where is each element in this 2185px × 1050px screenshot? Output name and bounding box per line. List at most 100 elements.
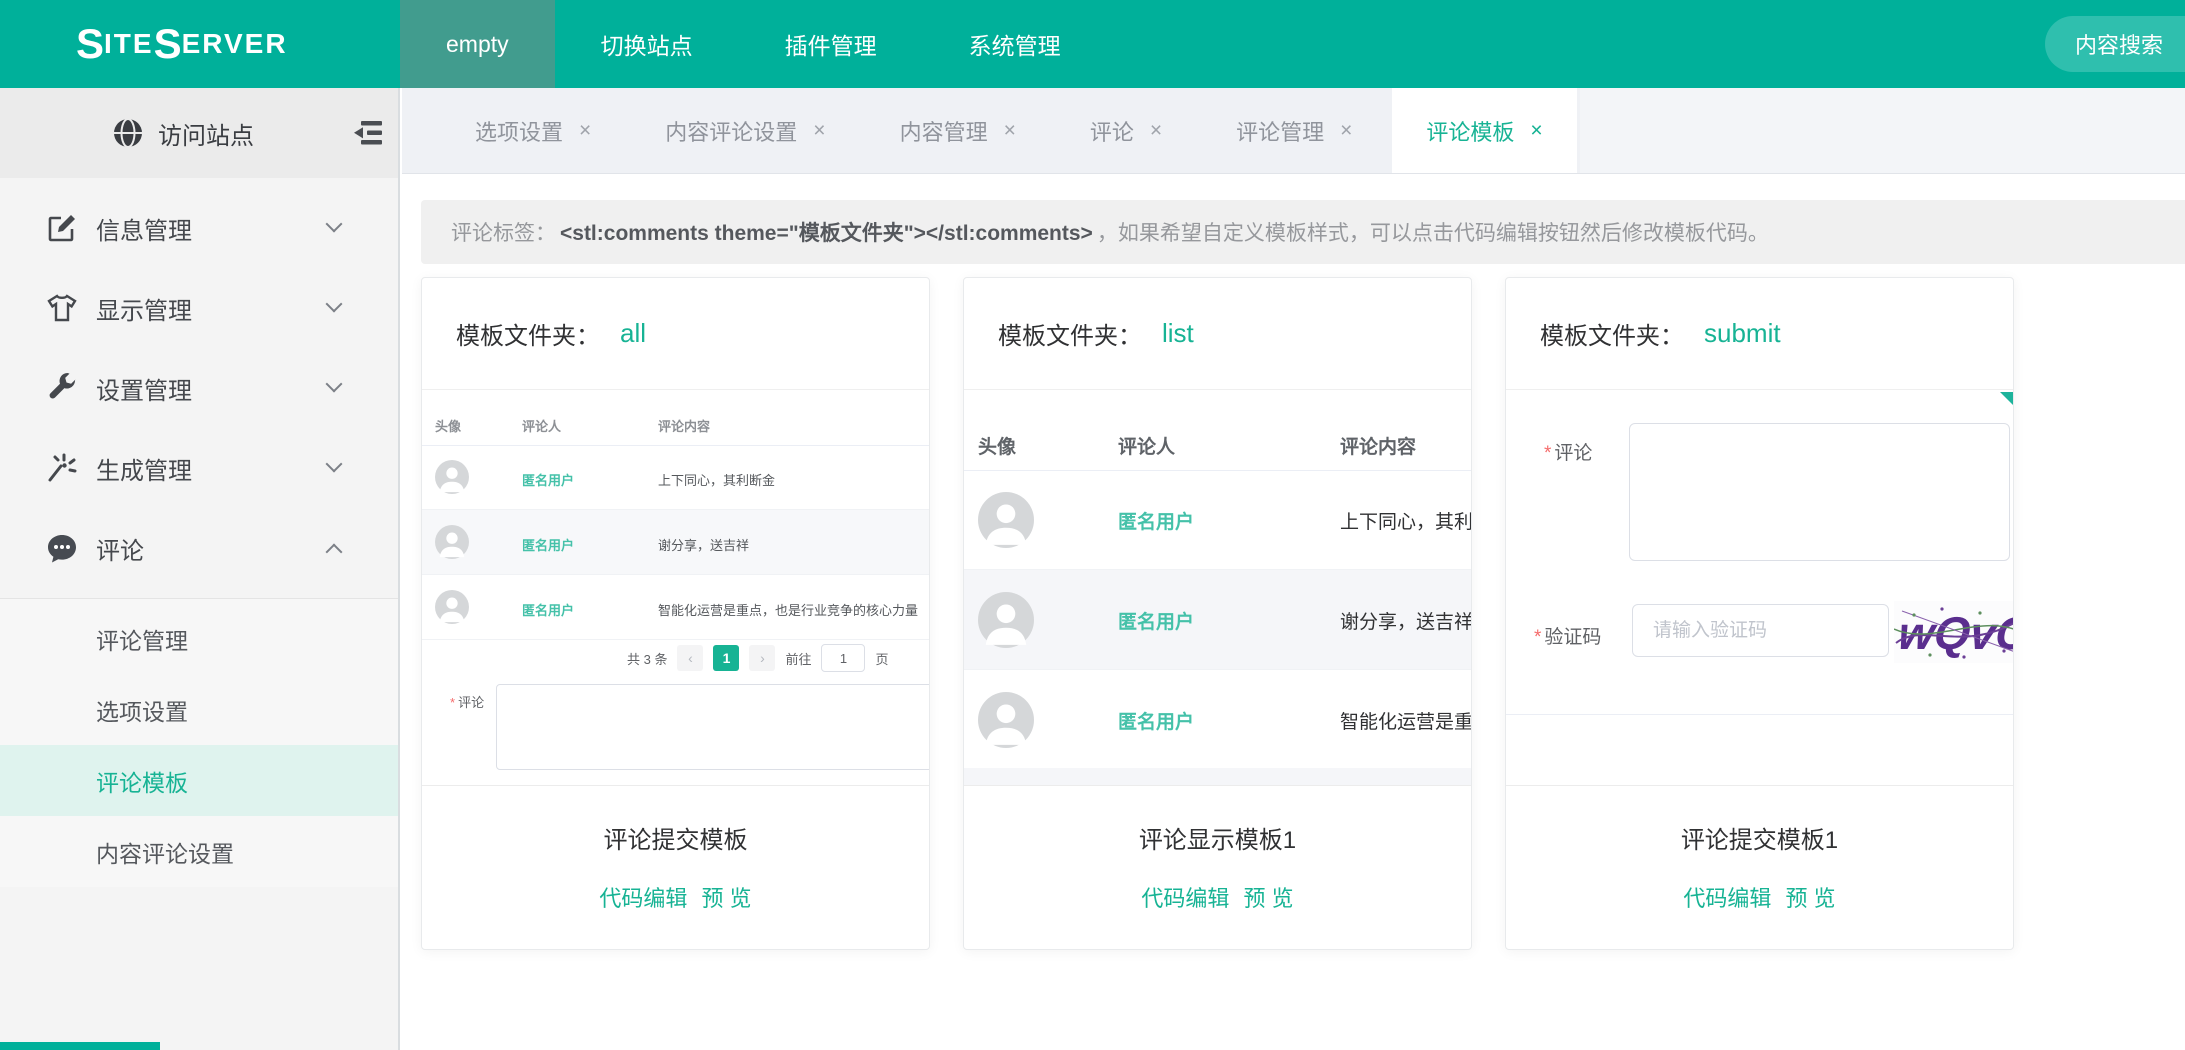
comment-user: 匿名用户: [1118, 507, 1194, 534]
sidebar-item-settings-management[interactable]: 设置管理: [0, 348, 398, 428]
close-icon[interactable]: ×: [1004, 119, 1016, 143]
template-preview-list: 头像 评论人 评论内容 匿名用户 上下同心，其利断金 匿名用户 谢分享，送吉祥 …: [964, 390, 1471, 786]
info-bar: 评论标签：<stl:comments theme="模板文件夹"></stl:c…: [421, 200, 2185, 264]
card-header: 模板文件夹： all: [422, 278, 929, 390]
tab-comment-templates[interactable]: 评论模板×: [1392, 88, 1576, 173]
template-preview-all: 头像 评论人 评论内容 匿名用户 上下同心，其利断金 匿名用户 谢分享，送吉祥 …: [422, 390, 929, 786]
captcha-input[interactable]: [1632, 604, 1889, 657]
sidebar-menu: 信息管理 显示管理 设置管理 生成管理: [0, 178, 398, 588]
sidebar-header: 访问站点: [0, 88, 398, 178]
tab-option-settings[interactable]: 选项设置×: [441, 88, 625, 173]
preview-link[interactable]: 预 览: [1243, 881, 1293, 913]
sidebar-item-comments[interactable]: 评论: [0, 508, 398, 588]
pagination-total: 共 3 条: [627, 649, 667, 668]
comment-textarea[interactable]: [1629, 423, 2010, 561]
card-header: 模板文件夹： list: [964, 278, 1471, 390]
captcha-field-label: *验证码: [1534, 622, 1601, 649]
comment-field-label: *评论: [1544, 438, 1592, 465]
close-icon[interactable]: ×: [1340, 119, 1352, 143]
folder-name: list: [1162, 318, 1194, 349]
comment-text: 智能化运营是重点，也是行业竞争的核心力量: [658, 600, 918, 619]
globe-icon: [112, 117, 144, 149]
comment-field-label: *评论: [450, 692, 484, 711]
template-cards: 模板文件夹： all 头像 评论人 评论内容 匿名用户 上下同心，其利断金 匿名…: [421, 277, 2185, 950]
avatar: [978, 492, 1034, 548]
wrench-icon: [46, 372, 78, 404]
app-logo[interactable]: SITESERVER: [0, 0, 400, 88]
sidebar-subitem-option-settings[interactable]: 选项设置: [0, 674, 398, 745]
close-icon[interactable]: ×: [1150, 119, 1162, 143]
top-nav-plugin-management[interactable]: 插件管理: [739, 0, 923, 88]
form-divider: [1506, 714, 2013, 715]
col-header-content: 评论内容: [658, 416, 710, 435]
top-bar: SITESERVER empty 切换站点 插件管理 系统管理 内容搜索: [0, 0, 2185, 88]
magic-wand-icon: [46, 452, 78, 484]
comment-text: 智能化运营是重点，也是行业竞争的核心力量: [1340, 707, 1471, 734]
tab-bar: 选项设置× 内容评论设置× 内容管理× 评论× 评论管理× 评论模板×: [402, 88, 2185, 174]
close-icon[interactable]: ×: [813, 119, 825, 143]
sidebar-subitem-content-comment-settings[interactable]: 内容评论设置: [0, 816, 398, 887]
col-header-avatar: 头像: [435, 416, 461, 435]
top-nav-system-management[interactable]: 系统管理: [923, 0, 1107, 88]
collapse-menu-icon[interactable]: [352, 119, 384, 147]
content-search-button[interactable]: 内容搜索: [2045, 16, 2185, 72]
sidebar-item-label: 信息管理: [96, 211, 192, 246]
card-footer: 评论显示模板1 代码编辑 预 览: [964, 786, 1471, 949]
template-card-all: 模板文件夹： all 头像 评论人 评论内容 匿名用户 上下同心，其利断金 匿名…: [421, 277, 930, 950]
table-row: 匿名用户 上下同心，其利断金: [422, 445, 929, 510]
stl-tag-code: <stl:comments theme="模板文件夹"></stl:commen…: [560, 217, 1093, 247]
current-page-button[interactable]: 1: [713, 645, 739, 671]
avatar: [978, 592, 1034, 648]
chevron-down-icon: [326, 376, 343, 393]
sidebar-subitem-comment-management[interactable]: 评论管理: [0, 603, 398, 674]
chevron-down-icon: [326, 296, 343, 313]
comment-user: 匿名用户: [1118, 607, 1194, 634]
close-icon[interactable]: ×: [1530, 119, 1542, 143]
card-header: 模板文件夹： submit: [1506, 278, 2013, 390]
col-header-user: 评论人: [1118, 432, 1175, 459]
required-mark: *: [450, 695, 455, 710]
avatar: [435, 525, 469, 559]
page-unit-label: 页: [875, 649, 888, 668]
code-edit-link[interactable]: 代码编辑: [599, 881, 687, 913]
visit-site-link[interactable]: 访问站点: [158, 116, 254, 151]
goto-page-input[interactable]: [821, 644, 865, 672]
edit-square-icon: [46, 212, 78, 244]
card-footer: 评论提交模板 代码编辑 预 览: [422, 786, 929, 949]
sidebar-item-info-management[interactable]: 信息管理: [0, 188, 398, 268]
comment-text: 谢分享，送吉祥: [658, 535, 749, 554]
avatar: [435, 460, 469, 494]
comment-textarea[interactable]: [496, 684, 929, 770]
tab-comments[interactable]: 评论×: [1056, 88, 1196, 173]
folder-label: 模板文件夹：: [1540, 316, 1684, 351]
tshirt-icon: [46, 292, 78, 324]
tab-content-management[interactable]: 内容管理×: [866, 88, 1050, 173]
chevron-down-icon: [326, 216, 343, 233]
comment-user: 匿名用户: [522, 600, 574, 619]
template-title: 评论提交模板: [422, 820, 929, 855]
code-edit-link[interactable]: 代码编辑: [1683, 881, 1771, 913]
preview-link[interactable]: 预 览: [1785, 881, 1835, 913]
next-page-button[interactable]: ›: [749, 645, 775, 671]
comment-text: 上下同心，其利断金: [1340, 507, 1471, 534]
bottom-accent-strip: [0, 1042, 160, 1050]
tab-content-comment-settings[interactable]: 内容评论设置×: [631, 88, 859, 173]
avatar: [978, 692, 1034, 748]
logo-text: S: [76, 20, 104, 68]
preview-link[interactable]: 预 览: [701, 881, 751, 913]
table-row: 匿名用户 智能化运营是重点，也是行业竞争的核心力量: [964, 670, 1471, 770]
sidebar-subitem-comment-templates[interactable]: 评论模板: [0, 745, 398, 816]
sidebar-item-generate-management[interactable]: 生成管理: [0, 428, 398, 508]
folder-label: 模板文件夹：: [456, 316, 600, 351]
code-edit-link[interactable]: 代码编辑: [1141, 881, 1229, 913]
top-nav-switch-site[interactable]: 切换站点: [555, 0, 739, 88]
comment-user: 匿名用户: [1118, 707, 1194, 734]
template-card-submit: 模板文件夹： submit *评论 *验证码 wQvC: [1505, 277, 2014, 950]
top-nav-empty[interactable]: empty: [400, 0, 555, 88]
close-icon[interactable]: ×: [579, 119, 591, 143]
tab-comment-management[interactable]: 评论管理×: [1202, 88, 1386, 173]
chevron-up-icon: [326, 544, 343, 561]
sidebar-item-display-management[interactable]: 显示管理: [0, 268, 398, 348]
captcha-image[interactable]: wQvC: [1894, 601, 2013, 663]
prev-page-button[interactable]: ‹: [677, 645, 703, 671]
